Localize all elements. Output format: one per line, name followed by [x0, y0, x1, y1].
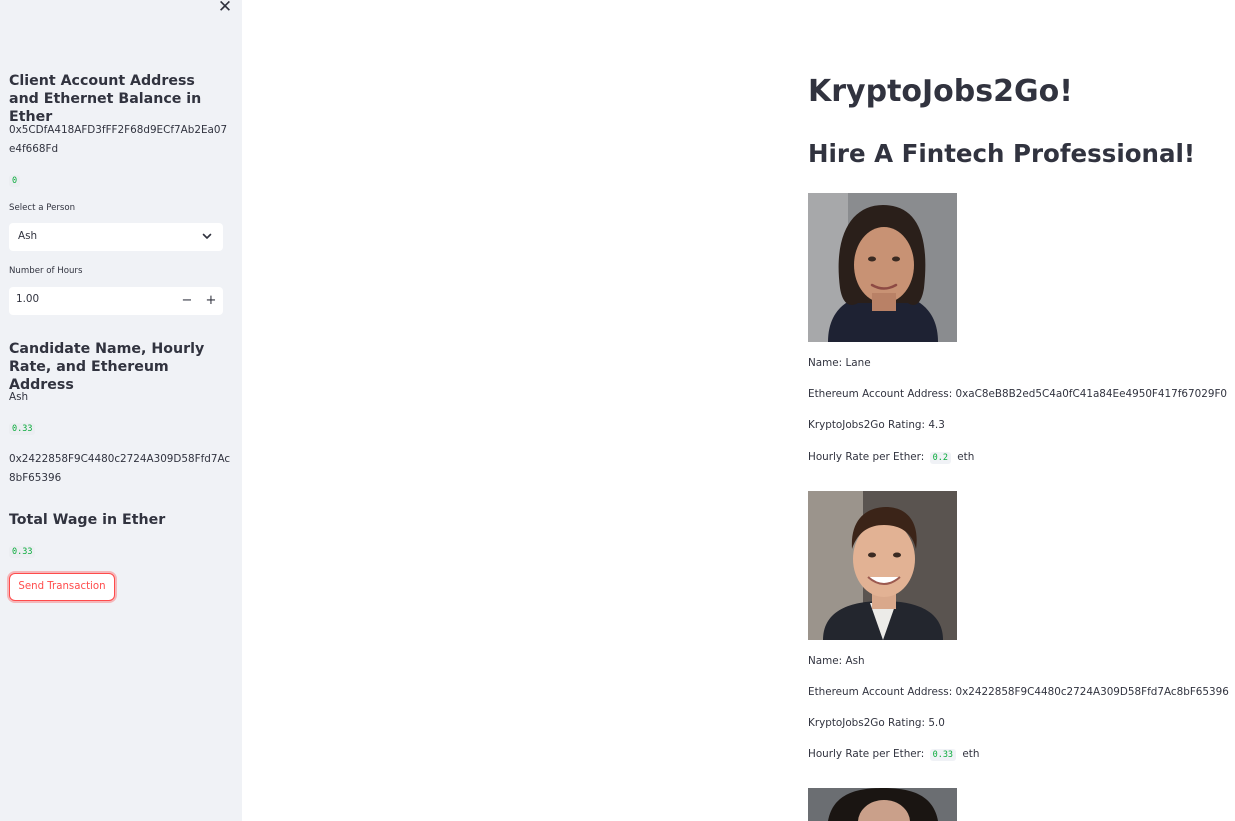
candidate-address-line: Ethereum Account Address: 0x2422858F9C44… — [808, 686, 1229, 698]
rate-unit: eth — [962, 748, 980, 760]
rate-unit: eth — [957, 451, 975, 463]
sidebar: ✕ Client Account Address and Ethernet Ba… — [0, 0, 242, 821]
candidate-rating-line: KryptoJobs2Go Rating: 4.3 — [808, 419, 945, 431]
hours-number-input: − + — [9, 287, 223, 315]
hours-field[interactable] — [16, 293, 166, 305]
hours-label: Number of Hours — [9, 266, 83, 276]
candidate-heading: Candidate Name, Hourly Rate, and Ethereu… — [9, 341, 205, 393]
candidate-address: 0x2422858F9C4480c2724A309D58Ffd7Ac8bF653… — [9, 453, 231, 484]
candidate-photo — [808, 193, 957, 342]
candidate-rating-line: KryptoJobs2Go Rating: 5.0 — [808, 717, 945, 729]
close-icon: ✕ — [217, 0, 233, 17]
client-account-heading: Client Account Address and Ethernet Bala… — [9, 73, 202, 125]
app-root: ✕ Client Account Address and Ethernet Ba… — [0, 0, 1235, 821]
close-sidebar-button[interactable]: ✕ — [216, 0, 234, 16]
candidate-rate: 0.33 — [9, 423, 36, 435]
send-transaction-button[interactable]: Send Transaction — [9, 573, 115, 601]
minus-icon: − — [181, 293, 193, 308]
candidate-name: Ash — [9, 391, 29, 403]
select-person-value: Ash — [18, 230, 38, 242]
rate-value: 0.33 — [929, 749, 957, 761]
page-subtitle: Hire A Fintech Professional! — [808, 139, 1196, 168]
total-wage-heading: Total Wage in Ether — [9, 512, 166, 528]
page-title: KryptoJobs2Go! — [808, 74, 1073, 109]
rate-value: 0.2 — [929, 452, 951, 464]
candidate-rate-line: Hourly Rate per Ether: 0.2 eth — [808, 451, 975, 464]
increment-button[interactable]: + — [199, 287, 223, 315]
decrement-button[interactable]: − — [175, 287, 199, 315]
rate-prefix: Hourly Rate per Ether: — [808, 451, 925, 463]
candidate-name-line: Name: Ash — [808, 655, 865, 667]
rate-prefix: Hourly Rate per Ether: — [808, 748, 925, 760]
client-balance: 0 — [9, 175, 21, 187]
candidate-rate-line: Hourly Rate per Ether: 0.33 eth — [808, 748, 980, 761]
candidate-address-line: Ethereum Account Address: 0xaC8eB8B2ed5C… — [808, 388, 1228, 400]
select-person-label: Select a Person — [9, 203, 76, 213]
select-person-dropdown[interactable]: Ash — [9, 223, 223, 251]
chevron-down-icon — [202, 233, 212, 239]
client-address: 0x5CDfA418AFD3fFF2F68d9ECf7Ab2Ea07e4f668… — [9, 124, 228, 155]
candidate-photo — [808, 491, 957, 640]
total-wage-value: 0.33 — [9, 546, 36, 558]
plus-icon: + — [205, 293, 217, 308]
candidate-name-line: Name: Lane — [808, 357, 871, 369]
candidate-photo — [808, 788, 957, 821]
